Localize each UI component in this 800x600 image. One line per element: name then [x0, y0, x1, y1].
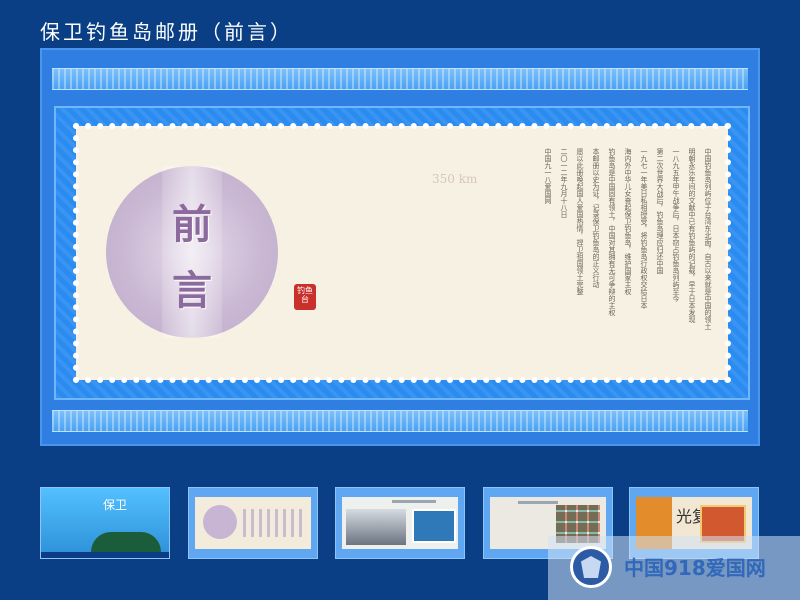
thumbnail-label: 保卫 [103, 498, 128, 512]
landscape-image [346, 509, 406, 545]
preface-text: 中国钓鱼岛列屿位于台湾东北面，自古以来就是中国的领土 明朝永乐年间的文献中已有钓… [312, 148, 712, 348]
preface-stamp-page: 前 言 钓鱼台 350 km 中国钓鱼岛列屿位于台湾东北面，自古以来就是中国的领… [73, 123, 731, 383]
heading-char-1: 前 [172, 201, 212, 248]
text-preview [243, 509, 305, 537]
text-column: 二〇一二年九月十八日 [560, 148, 568, 218]
medallion-image [203, 505, 237, 539]
text-column: 第二次世界大战后，钓鱼岛理应归还中国 [656, 148, 664, 274]
heading-band: 前 言 [162, 166, 222, 338]
text-column: 明朝永乐年间的文献中已有钓鱼屿的记载，早于日本发现 [688, 148, 696, 323]
thumbnail-cover[interactable]: 保卫 [40, 487, 170, 559]
heading-char-2: 言 [172, 267, 212, 314]
text-column: 本邮册以史为证，记录保卫钓鱼岛的正义行动 [592, 148, 600, 288]
watermark-text: 中国918爱国网 [624, 556, 766, 580]
site-watermark: 中国918爱国网 [548, 536, 800, 600]
thumbnail-page-3[interactable] [335, 487, 465, 559]
stamp-image [412, 509, 456, 543]
text-column: 愿以此册唤起国人爱国热情，捍卫祖国领土完整 [576, 148, 584, 295]
text-column: 中国九一八爱国网 [544, 148, 552, 204]
text-column: 钓鱼岛是中国固有领土，中国对其拥有无可争辩的主权 [608, 148, 616, 316]
island-image [91, 532, 161, 552]
bottom-decorative-band [52, 410, 748, 432]
shield-logo-icon [570, 546, 612, 588]
text-column: 一九七一年美日私相授受，将钓鱼岛行政权交给日本 [640, 148, 648, 309]
thumbnail-preface[interactable] [188, 487, 318, 559]
text-column: 海内外中华儿女奋起保卫钓鱼岛，维护国家主权 [624, 148, 632, 295]
text-column: 中国钓鱼岛列屿位于台湾东北面，自古以来就是中国的领土 [704, 148, 712, 330]
top-decorative-band [52, 68, 748, 90]
text-column: 一八九五年甲午战争后，日本窃占钓鱼岛列屿至今 [672, 148, 680, 302]
stamp-frame: 前 言 钓鱼台 350 km 中国钓鱼岛列屿位于台湾东北面，自古以来就是中国的领… [54, 106, 750, 400]
album-viewer: 前 言 钓鱼台 350 km 中国钓鱼岛列屿位于台湾东北面，自古以来就是中国的领… [40, 48, 760, 446]
page-title: 保卫钓鱼岛邮册（前言） [40, 20, 293, 44]
